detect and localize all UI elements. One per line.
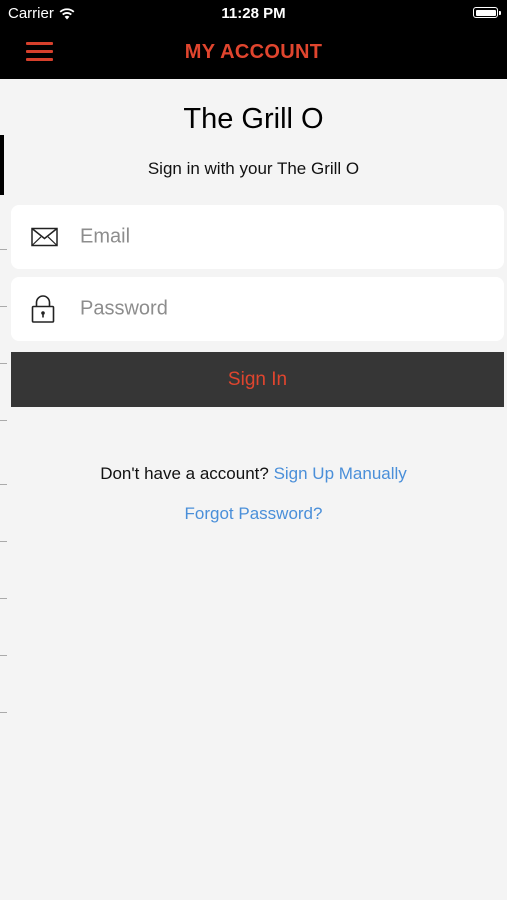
lock-icon <box>31 295 55 323</box>
side-drawer-edge <box>0 79 7 900</box>
signup-prompt-text: Don't have a account? <box>100 464 269 483</box>
navigation-bar: MY ACCOUNT <box>0 28 507 79</box>
envelope-icon <box>31 227 58 247</box>
email-field[interactable]: Email <box>11 205 504 269</box>
email-placeholder: Email <box>80 225 131 248</box>
sign-in-button[interactable]: Sign In <box>11 352 504 407</box>
status-time: 11:28 PM <box>221 5 286 22</box>
app-title: The Grill O <box>183 103 324 135</box>
password-placeholder: Password <box>80 297 168 320</box>
sign-up-manually-link[interactable]: Sign Up Manually <box>274 464 407 483</box>
forgot-password-link[interactable]: Forgot Password? <box>185 504 323 523</box>
nav-title: MY ACCOUNT <box>184 41 323 63</box>
sign-in-subtitle: Sign in with your The Grill O <box>147 159 360 178</box>
password-field[interactable]: Password <box>11 277 504 341</box>
status-bar: Carrier 11:28 PM <box>0 0 507 28</box>
battery-icon <box>473 7 501 18</box>
forgot-password-row: Forgot Password? <box>0 504 507 524</box>
signup-prompt-row: Don't have a account? Sign Up Manually <box>0 464 507 484</box>
